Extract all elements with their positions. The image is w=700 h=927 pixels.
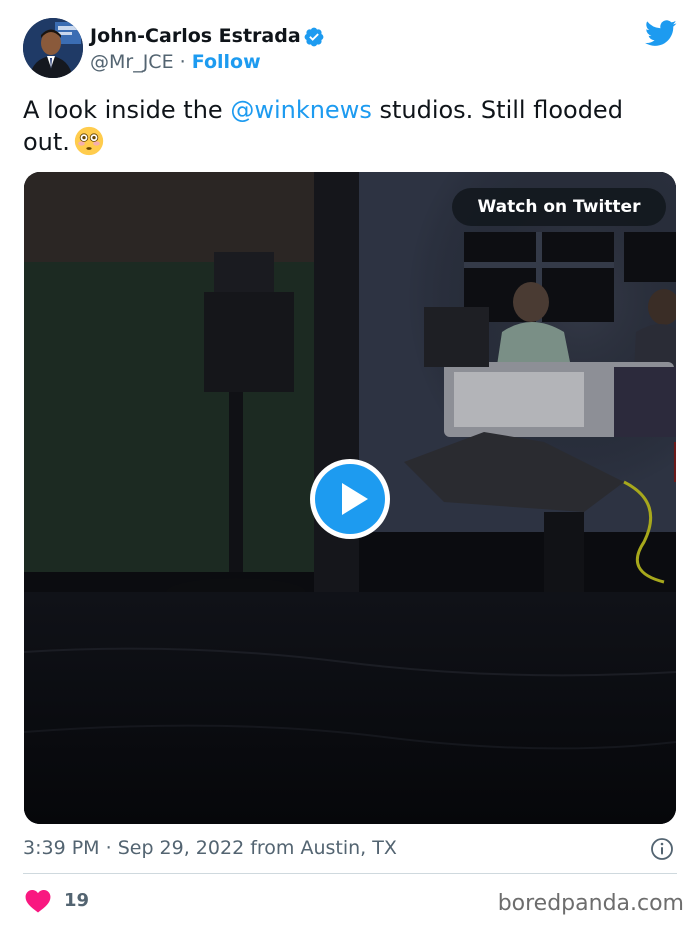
heart-icon[interactable]	[25, 889, 51, 913]
avatar-image	[23, 18, 83, 78]
twitter-bird-icon[interactable]	[645, 20, 677, 47]
verified-badge-icon	[304, 27, 324, 47]
tweet-text-before: A look inside the	[23, 96, 231, 124]
author-name[interactable]: John-Carlos Estrada	[90, 24, 301, 48]
watch-on-twitter-button[interactable]: Watch on Twitter	[452, 188, 666, 226]
meta-separator: ·	[105, 837, 112, 859]
handle-row: @Mr_JCE · Follow	[90, 50, 261, 74]
tweet-date[interactable]: Sep 29, 2022	[118, 837, 244, 859]
tweet-time[interactable]: 3:39 PM	[23, 837, 100, 859]
divider	[23, 873, 677, 874]
handle-separator: ·	[179, 51, 186, 73]
author-handle[interactable]: @Mr_JCE	[90, 51, 174, 73]
like-count[interactable]: 19	[64, 889, 89, 913]
tweet-text: A look inside the @winknews studios. Sti…	[23, 94, 673, 158]
follow-button[interactable]: Follow	[192, 51, 261, 73]
info-icon[interactable]	[650, 837, 674, 861]
watermark: boredpanda.com	[497, 891, 684, 916]
play-icon[interactable]	[308, 457, 392, 541]
tweet-meta: 3:39 PM · Sep 29, 2022 from Austin, TX	[23, 836, 397, 860]
avatar[interactable]	[23, 18, 83, 78]
tweet-location: from Austin, TX	[250, 837, 397, 859]
flushed-face-emoji-icon	[74, 126, 104, 156]
mention-link[interactable]: @winknews	[230, 96, 372, 124]
